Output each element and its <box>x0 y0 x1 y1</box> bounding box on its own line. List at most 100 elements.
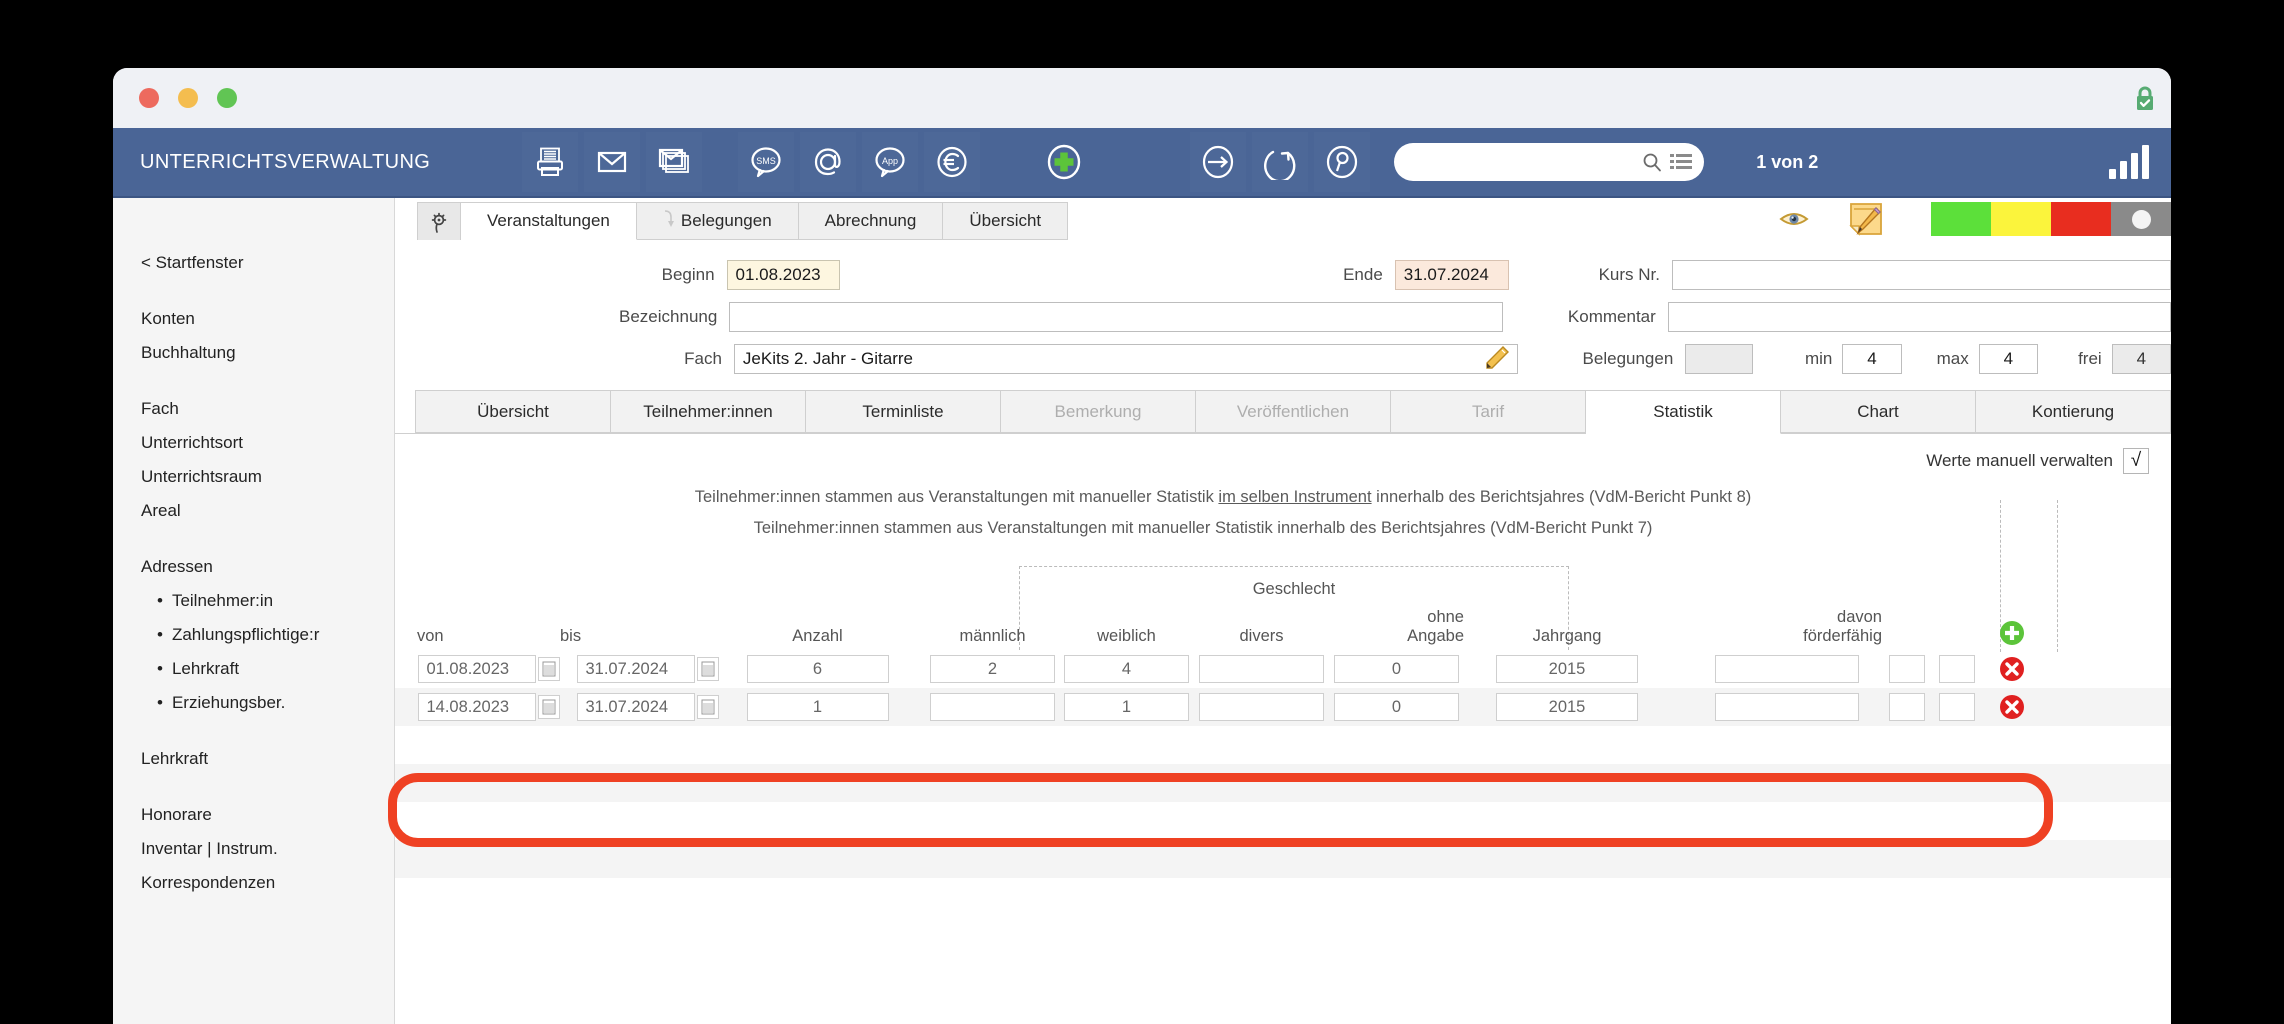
color-swatches[interactable] <box>1931 202 2171 236</box>
cell-anzahl[interactable]: 1 <box>746 693 889 721</box>
beginn-field[interactable]: 01.08.2023 <box>726 260 841 290</box>
sidebar-item-fach[interactable]: Fach <box>141 392 394 426</box>
cell-extra-2[interactable] <box>1939 655 1975 683</box>
min-field[interactable]: 4 <box>1842 344 1902 374</box>
sidebar-item-teilnehmerin[interactable]: Teilnehmer:in <box>141 584 394 618</box>
cell-ohne-angabe[interactable]: 0 <box>1334 693 1459 721</box>
calendar-icon[interactable] <box>537 695 560 719</box>
table-row-empty[interactable] <box>395 764 2171 802</box>
cell-anzahl[interactable]: 6 <box>746 655 889 683</box>
fach-field[interactable]: JeKits 2. Jahr - Gitarre <box>733 344 1519 374</box>
sidebar-item-zahlungspflichtiger[interactable]: Zahlungspflichtige:r <box>141 618 394 652</box>
sidebar-item-areal[interactable]: Areal <box>141 494 394 528</box>
swatch-yellow[interactable] <box>1991 202 2051 236</box>
euro-button[interactable] <box>924 132 981 192</box>
new-record-button[interactable] <box>1036 132 1092 192</box>
cell-foerderfaehig[interactable] <box>1715 655 1859 683</box>
calendar-icon[interactable] <box>696 657 719 681</box>
ende-field[interactable]: 31.07.2024 <box>1394 260 1509 290</box>
manual-values-checkbox[interactable]: √ <box>2123 448 2149 474</box>
calendar-icon[interactable] <box>696 695 719 719</box>
cell-weiblich[interactable]: 1 <box>1064 693 1189 721</box>
cell-divers[interactable] <box>1199 655 1324 683</box>
cell-ohne-angabe[interactable]: 0 <box>1334 655 1459 683</box>
search-records-button[interactable] <box>1314 132 1371 192</box>
sidebar-item-erziehungsber[interactable]: Erziehungsber. <box>141 686 394 720</box>
search-input[interactable] <box>1408 153 1643 171</box>
sidebar-item-unterrichtsort[interactable]: Unterrichtsort <box>141 426 394 460</box>
minimize-button[interactable] <box>178 88 198 108</box>
maximize-button[interactable] <box>217 88 237 108</box>
sidebar-item-startfenster[interactable]: < Startfenster <box>141 246 394 280</box>
delete-row-button[interactable] <box>1982 650 2042 688</box>
email-address-button[interactable] <box>800 132 857 192</box>
sidebar-item-konten[interactable]: Konten <box>141 302 394 336</box>
sidebar-item-korrespondenzen[interactable]: Korrespondenzen <box>141 866 394 900</box>
magnifier-icon[interactable] <box>1642 152 1662 172</box>
bar-chart-icon[interactable] <box>2109 145 2149 179</box>
cell-extra-1[interactable] <box>1889 655 1925 683</box>
pencil-icon[interactable] <box>1485 345 1510 374</box>
table-row-empty[interactable] <box>395 840 2171 878</box>
table-row-empty[interactable] <box>395 878 2171 916</box>
table-row[interactable]: 14.08.2023 31.07.2024 1 1 0 2015 <box>395 688 2171 726</box>
kommentar-field[interactable] <box>1667 302 2171 332</box>
table-row-empty[interactable] <box>395 726 2171 764</box>
delete-row-button[interactable] <box>1982 688 2042 726</box>
sidebar-item-lehrkraft[interactable]: Lehrkraft <box>141 742 394 776</box>
cell-von[interactable]: 01.08.2023 <box>417 655 536 683</box>
tab-veranstaltungen[interactable]: Veranstaltungen <box>461 202 637 240</box>
cell-jahrgang[interactable]: 2015 <box>1496 655 1638 683</box>
cell-foerderfaehig[interactable] <box>1715 693 1859 721</box>
cell-maennlich[interactable] <box>930 693 1055 721</box>
tab-abrechnung[interactable]: Abrechnung <box>798 202 944 240</box>
sidebar-item-adressen[interactable]: Adressen <box>141 550 394 584</box>
sidebar-item-honorare[interactable]: Honorare <box>141 798 394 832</box>
goto-button[interactable] <box>1190 132 1247 192</box>
table-row-empty[interactable] <box>395 802 2171 840</box>
settings-gear-button[interactable] <box>417 202 461 240</box>
subtab-chart[interactable]: Chart <box>1781 390 1976 433</box>
subtab-kontierung[interactable]: Kontierung <box>1976 390 2171 433</box>
subtab-teilnehmerinnen[interactable]: Teilnehmer:innen <box>611 390 806 433</box>
bezeichnung-field[interactable] <box>729 302 1504 332</box>
subtab-terminliste[interactable]: Terminliste <box>806 390 1001 433</box>
close-button[interactable] <box>139 88 159 108</box>
swatch-none[interactable] <box>2111 202 2171 236</box>
kursnr-field[interactable] <box>1672 260 2171 290</box>
subtab-statistik[interactable]: Statistik <box>1586 390 1781 434</box>
subtab-uebersicht[interactable]: Übersicht <box>415 390 611 433</box>
subtab-label: Terminliste <box>862 401 944 421</box>
swatch-red[interactable] <box>2051 202 2111 236</box>
tab-uebersicht[interactable]: Übersicht <box>943 202 1069 240</box>
app-message-button[interactable]: App <box>862 132 919 192</box>
table-row[interactable]: 01.08.2023 31.07.2024 6 2 4 0 2015 <box>395 650 2171 688</box>
calendar-icon[interactable] <box>537 657 560 681</box>
sms-button[interactable]: SMS <box>738 132 795 192</box>
swatch-green[interactable] <box>1931 202 1991 236</box>
list-icon[interactable] <box>1670 153 1693 171</box>
sidebar-item-inventar[interactable]: Inventar | Instrum. <box>141 832 394 866</box>
cell-extra-1[interactable] <box>1889 693 1925 721</box>
search-box[interactable] <box>1394 143 1705 181</box>
cell-von[interactable]: 14.08.2023 <box>417 693 536 721</box>
cell-jahrgang[interactable]: 2015 <box>1496 693 1638 721</box>
max-field[interactable]: 4 <box>1978 344 2039 374</box>
cell-maennlich[interactable]: 2 <box>930 655 1055 683</box>
cell-bis[interactable]: 31.07.2024 <box>576 655 695 683</box>
refresh-button[interactable] <box>1252 132 1309 192</box>
sidebar-item-lehrkraft-adresse[interactable]: Lehrkraft <box>141 652 394 686</box>
note-edit-icon[interactable] <box>1849 202 1883 236</box>
sidebar-item-buchhaltung[interactable]: Buchhaltung <box>141 336 394 370</box>
cell-bis[interactable]: 31.07.2024 <box>576 693 695 721</box>
print-button[interactable] <box>522 132 579 192</box>
add-row-button[interactable] <box>1982 566 2042 650</box>
sidebar-item-unterrichtsraum[interactable]: Unterrichtsraum <box>141 460 394 494</box>
cell-divers[interactable] <box>1199 693 1324 721</box>
cell-extra-2[interactable] <box>1939 693 1975 721</box>
serial-mail-button[interactable] <box>646 132 703 192</box>
cell-weiblich[interactable]: 4 <box>1064 655 1189 683</box>
mail-button[interactable] <box>584 132 641 192</box>
eye-icon[interactable] <box>1779 209 1809 229</box>
tab-belegungen[interactable]: Belegungen <box>636 202 799 240</box>
